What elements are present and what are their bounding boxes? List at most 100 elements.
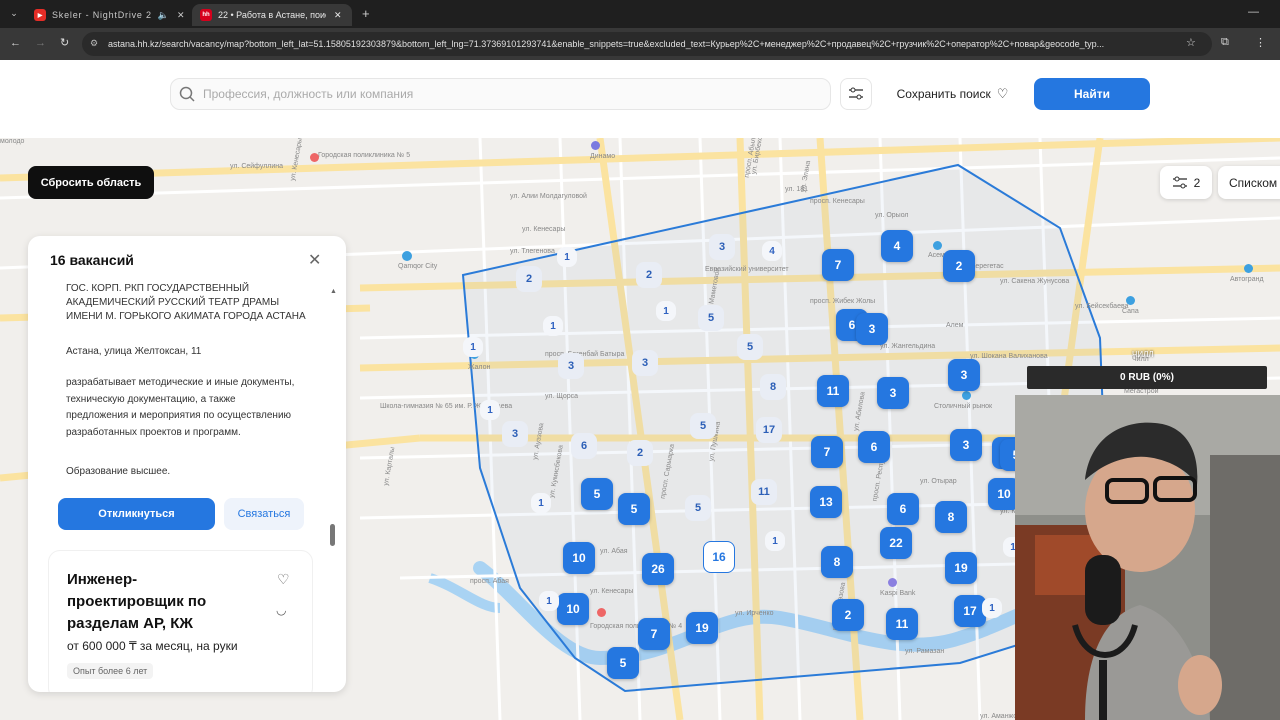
list-view-button[interactable]: Списком [1218, 166, 1280, 199]
vacancy-cluster-marker[interactable]: 11 [886, 608, 918, 640]
company-name: ГОС. КОРП. РКП ГОСУДАРСТВЕННЫЙ АКАДЕМИЧЕ… [66, 283, 306, 322]
vacancy-card[interactable]: Инженер-проектировщик по разделам АР, КЖ… [48, 550, 313, 692]
vacancy-cluster-marker[interactable]: 5 [737, 334, 763, 360]
vacancy-cluster-marker[interactable]: 7 [811, 436, 843, 468]
vacancy-cluster-marker[interactable]: 1 [531, 493, 551, 513]
vacancy-cluster-marker[interactable]: 5 [581, 478, 613, 510]
site-info-icon[interactable]: ⚙ [90, 38, 98, 49]
vacancy-cluster-marker[interactable]: 2 [627, 440, 653, 466]
back-icon[interactable]: ← [10, 37, 21, 49]
vacancy-description: разрабатывает методические и иные докуме… [66, 377, 295, 438]
vacancy-cluster-marker[interactable]: 1 [543, 316, 563, 336]
vacancy-cluster-marker[interactable]: 2 [943, 250, 975, 282]
hh-icon: hh [200, 9, 212, 21]
scrollbar-thumb[interactable] [330, 524, 335, 546]
vacancy-cluster-marker[interactable]: 5 [685, 495, 711, 521]
vacancy-cluster-marker[interactable]: 4 [762, 241, 782, 261]
heart-icon[interactable]: ♡ [277, 571, 290, 588]
map-label: ул. Тлегенова [510, 248, 555, 255]
menu-icon[interactable]: ⋮ [1255, 36, 1266, 49]
vacancy-cluster-marker[interactable]: 11 [817, 375, 849, 407]
vacancy-cluster-marker[interactable]: 1 [480, 400, 500, 420]
vacancy-cluster-marker[interactable]: 3 [632, 350, 658, 376]
vacancy-cluster-marker[interactable]: 7 [822, 249, 854, 281]
vacancy-cluster-marker[interactable]: 6 [571, 433, 597, 459]
extensions-icon[interactable]: ⧉ [1221, 36, 1229, 49]
vacancy-cluster-marker[interactable]: 3 [877, 377, 909, 409]
search-input[interactable]: Профессия, должность или компания [170, 78, 831, 110]
map-label: ул. Жангельдина [880, 343, 936, 350]
vacancy-cluster-marker[interactable]: 5 [690, 413, 716, 439]
close-icon[interactable]: ✕ [177, 10, 185, 21]
vacancy-cluster-marker[interactable]: 1 [463, 337, 483, 357]
map-filters-button[interactable]: 2 [1160, 166, 1212, 199]
tab-music[interactable]: ▶ Skeler - NightDrive 2 🔈 ✕ [26, 4, 188, 26]
map-label: ул. Сейфуллина [230, 163, 284, 170]
site-header: Профессия, должность или компания Сохран… [0, 60, 1280, 138]
vacancy-cluster-marker[interactable]: 17 [756, 417, 782, 443]
vacancy-cluster-marker[interactable]: 10 [563, 542, 595, 574]
vacancy-cluster-marker[interactable]: 13 [810, 486, 842, 518]
contact-button[interactable]: Связаться [224, 498, 304, 530]
save-search-button[interactable]: Сохранить поиск ♡ [880, 78, 1025, 110]
vacancy-cluster-marker[interactable]: 6 [887, 493, 919, 525]
vacancy-cluster-marker[interactable]: 22 [880, 527, 912, 559]
vacancy-cluster-marker[interactable]: 7 [638, 618, 670, 650]
vacancy-title[interactable]: Инженер-проектировщик по разделам АР, КЖ [67, 569, 242, 635]
map-label: ул. Рамазан [905, 648, 945, 655]
vacancy-cluster-marker[interactable]: 10 [557, 593, 589, 625]
scroll-up-icon[interactable]: ▲ [330, 288, 337, 295]
new-tab-icon[interactable]: + [362, 6, 370, 21]
vacancy-cluster-marker[interactable]: 8 [935, 501, 967, 533]
speaker-icon[interactable]: 🔈 [158, 10, 169, 21]
apply-button[interactable]: Откликнуться [58, 498, 215, 530]
vacancy-cluster-marker[interactable]: 26 [642, 553, 674, 585]
vacancy-cluster-marker[interactable]: 19 [686, 612, 718, 644]
reset-area-button[interactable]: Сбросить область [28, 166, 154, 199]
reload-icon[interactable]: ↻ [60, 36, 69, 49]
market-icon [962, 391, 971, 400]
close-icon[interactable]: ✕ [334, 10, 342, 21]
chill-label: ЧИЛЛ [1132, 350, 1154, 359]
tab-hh[interactable]: hh 22 • Работа в Астане, поиск п ✕ [192, 4, 352, 26]
vacancy-cluster-marker[interactable]: 3 [950, 429, 982, 461]
vacancy-cluster-marker[interactable]: 1 [765, 531, 785, 551]
vacancy-cluster-marker[interactable]: 5 [618, 493, 650, 525]
vacancy-cluster-marker[interactable]: 2 [516, 266, 542, 292]
vacancy-cluster-marker[interactable]: 16 [703, 541, 735, 573]
vacancy-cluster-marker[interactable]: 3 [502, 421, 528, 447]
car-icon [1244, 264, 1253, 273]
vacancy-cluster-marker[interactable]: 8 [821, 546, 853, 578]
filters-button[interactable] [840, 78, 872, 110]
tab-search-icon[interactable]: ⌄ [8, 8, 20, 20]
vacancy-cluster-marker[interactable]: 2 [832, 599, 864, 631]
find-button[interactable]: Найти [1034, 78, 1150, 110]
vacancy-cluster-marker[interactable]: 4 [881, 230, 913, 262]
vacancy-cluster-marker[interactable]: 1 [557, 247, 577, 267]
vacancy-cluster-marker[interactable]: 8 [760, 374, 786, 400]
vacancy-cluster-marker[interactable]: 3 [558, 353, 584, 379]
close-icon[interactable]: ✕ [308, 250, 321, 270]
filters-icon [1172, 176, 1187, 188]
search-placeholder: Профессия, должность или компания [203, 87, 414, 101]
vacancy-cluster-marker[interactable]: 1 [656, 301, 676, 321]
bookmark-star-icon[interactable]: ☆ [1186, 36, 1196, 49]
vacancy-cluster-marker[interactable]: 3 [709, 234, 735, 260]
minimize-icon[interactable]: — [1248, 6, 1259, 18]
browser-tabbar: ⌄ ▶ Skeler - NightDrive 2 🔈 ✕ hh 22 • Ра… [0, 0, 1280, 28]
vacancy-cluster-marker[interactable]: 2 [636, 262, 662, 288]
hide-eye-icon[interactable]: ◡ [276, 603, 286, 617]
vacancy-cluster-marker[interactable]: 19 [945, 552, 977, 584]
vacancy-cluster-marker[interactable]: 3 [856, 313, 888, 345]
vacancy-cluster-marker[interactable]: 1 [982, 598, 1002, 618]
vacancy-cluster-marker[interactable]: 5 [607, 647, 639, 679]
vacancy-cluster-marker[interactable]: 6 [858, 431, 890, 463]
vacancy-cluster-marker[interactable]: 11 [751, 479, 777, 505]
vacancy-cluster-marker[interactable]: 5 [698, 305, 724, 331]
forward-icon[interactable]: → [35, 37, 46, 49]
vacancy-cluster-marker[interactable]: 1 [539, 591, 559, 611]
stadium-icon [591, 141, 600, 150]
tab-label: Skeler - NightDrive 2 [52, 10, 152, 20]
address-bar[interactable]: ⚙ astana.hh.kz/search/vacancy/map?bottom… [82, 32, 1212, 56]
vacancy-cluster-marker[interactable]: 3 [948, 359, 980, 391]
